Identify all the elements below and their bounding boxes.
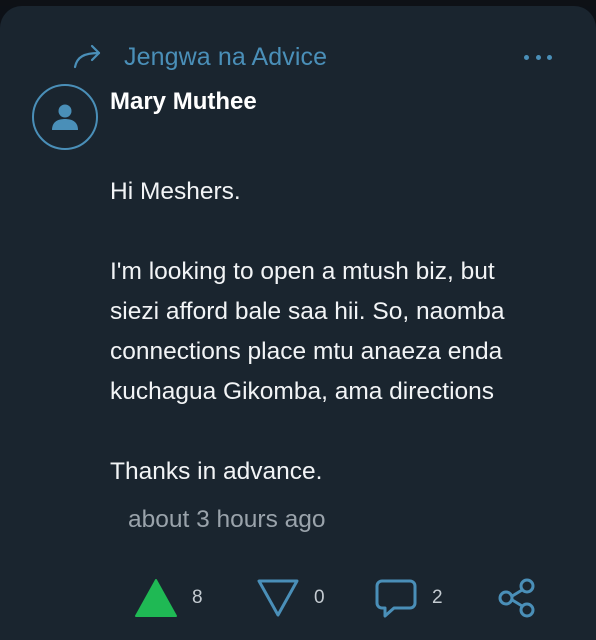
post-line: kuchagua Gikomba, ama directions [110, 378, 495, 405]
more-dots-icon [535, 54, 541, 60]
more-dots-icon [524, 54, 529, 60]
post-line: siezi afford bale saa hii. So, naomba [110, 298, 505, 325]
author-name[interactable]: Mary Muthee [110, 88, 257, 116]
post-greeting: Hi Meshers. [110, 178, 241, 205]
downvote-count: 0 [314, 587, 325, 608]
downvote-button[interactable]: 0 [256, 570, 325, 626]
share-button[interactable] [496, 570, 540, 626]
post-card: Jengwa na Advice Mary Muthee Hi Meshers.… [0, 6, 596, 640]
channel-name: Jengwa na Advice [124, 42, 328, 71]
user-avatar-icon [52, 104, 78, 130]
share-icon [498, 578, 535, 618]
post-line: connections place mtu anaeza enda [110, 338, 503, 365]
comment-button[interactable]: 2 [374, 570, 443, 626]
action-bar: 8 0 2 [0, 570, 596, 626]
post-body: Hi Meshers. I'm looking to open a mtush … [110, 172, 580, 492]
post-closing: Thanks in advance. [110, 458, 323, 485]
upvote-triangle-icon [135, 579, 177, 617]
post-line: I'm looking to open a mtush biz, but [110, 258, 495, 285]
share-forward-icon [73, 44, 101, 69]
avatar[interactable] [32, 84, 98, 150]
upvote-button[interactable]: 8 [134, 570, 203, 626]
post-timestamp: about 3 hours ago [128, 506, 326, 533]
upvote-count: 8 [192, 587, 203, 608]
downvote-triangle-icon [257, 579, 299, 617]
channel-link[interactable]: Jengwa na Advice [72, 40, 327, 74]
comment-bubble-icon [375, 579, 417, 618]
comment-count: 2 [432, 587, 443, 608]
more-options-button[interactable] [524, 50, 552, 64]
more-dots-icon [547, 54, 552, 60]
